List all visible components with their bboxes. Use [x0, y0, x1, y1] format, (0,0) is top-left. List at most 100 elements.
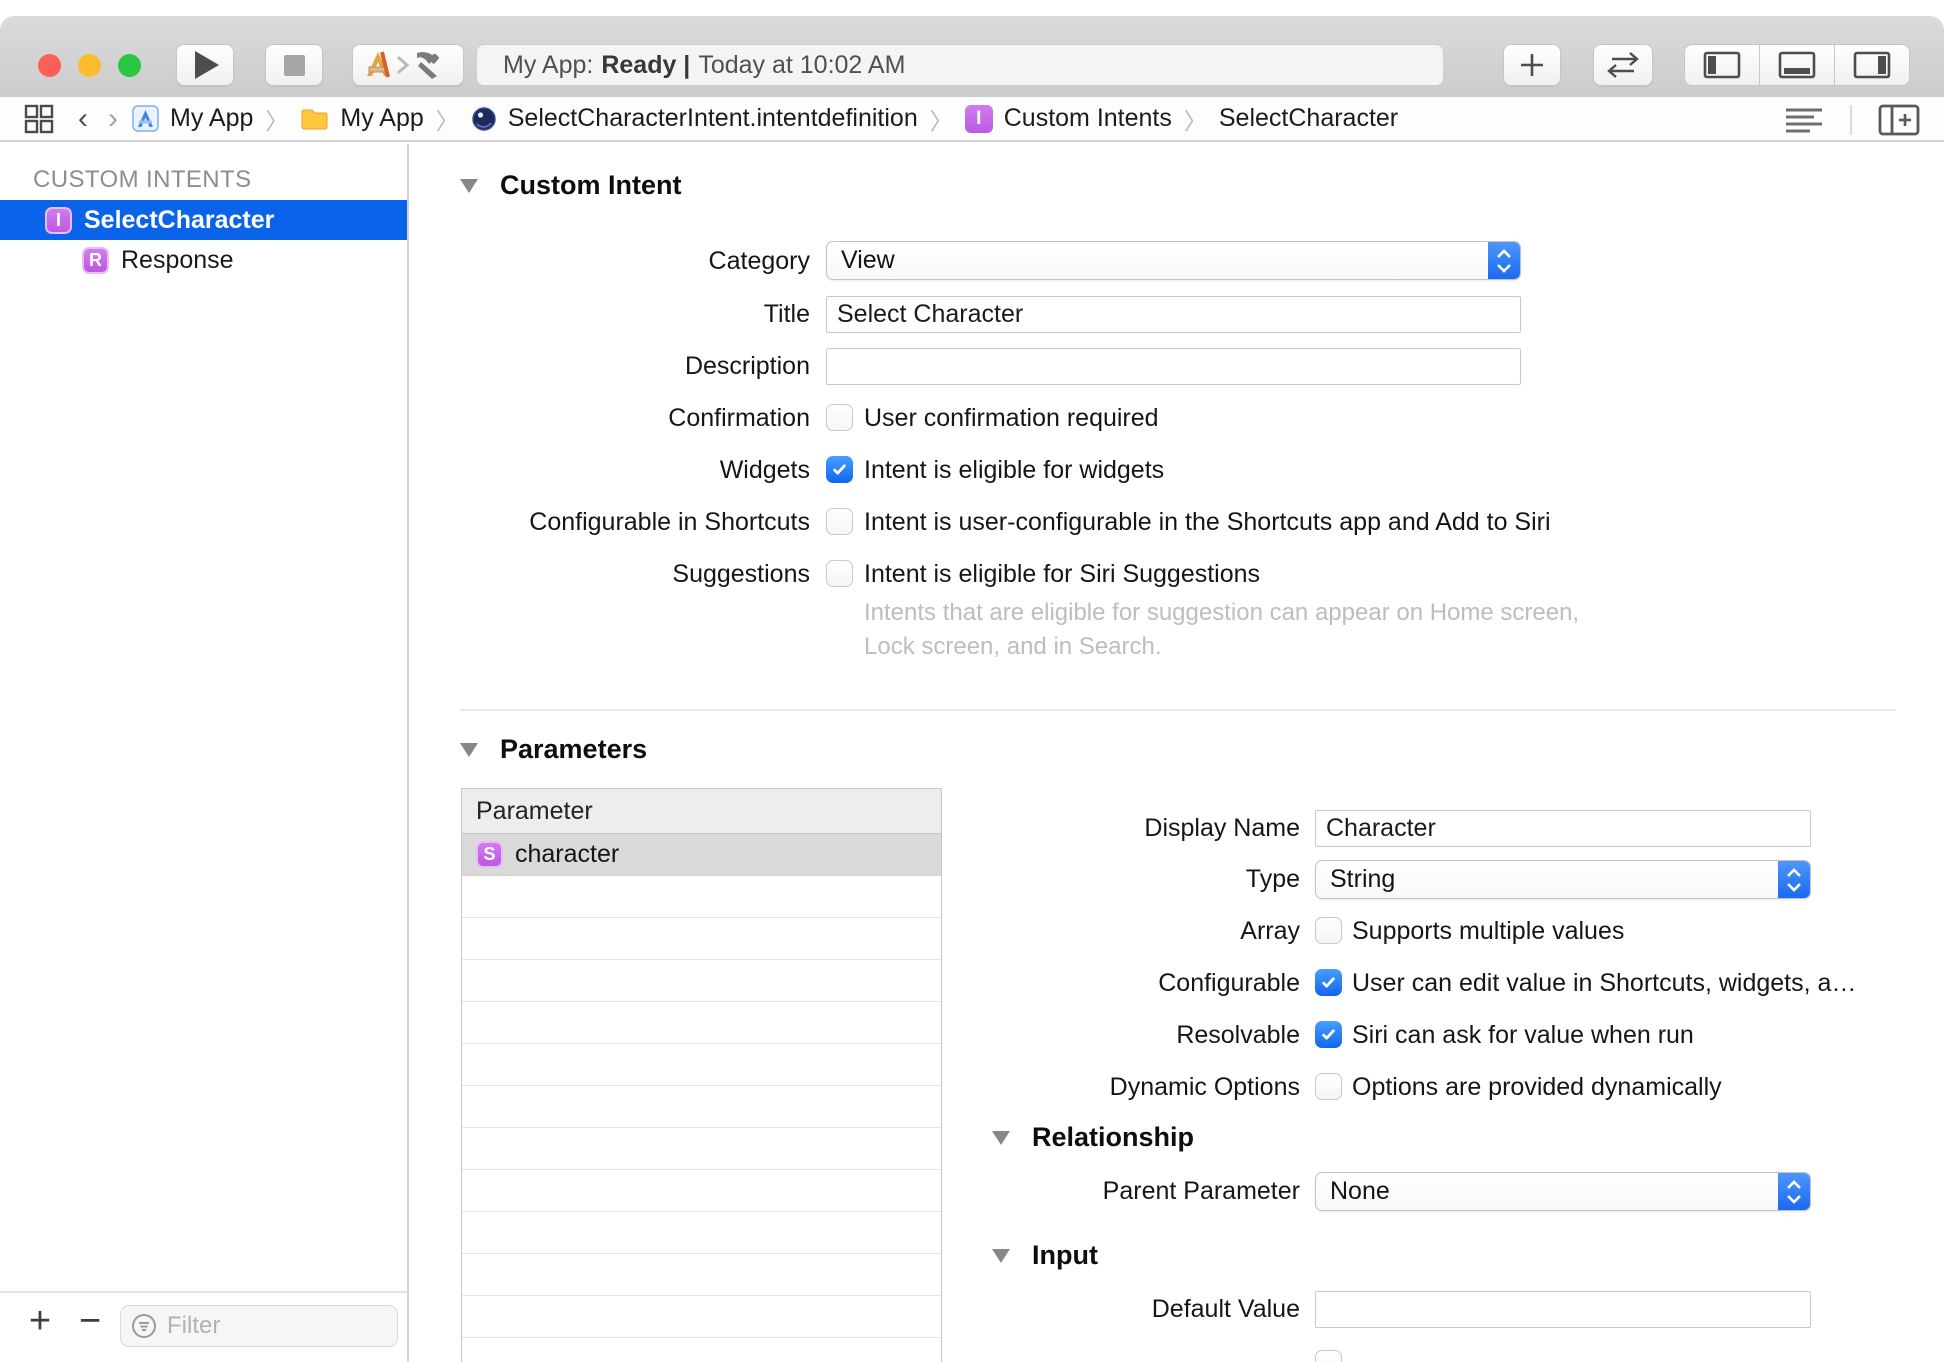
table-row[interactable] — [462, 1338, 941, 1362]
zoom-window-button[interactable] — [118, 54, 141, 77]
breadcrumb-separator: 〉 — [1183, 107, 1207, 134]
section-divider — [460, 709, 1896, 711]
relationship-section-header: Relationship — [992, 1122, 1194, 1153]
breadcrumb-project[interactable]: My App — [132, 104, 253, 133]
disclosure-triangle-icon[interactable] — [992, 1248, 1010, 1263]
sidebar-item-selectcharacter[interactable]: I SelectCharacter — [0, 200, 407, 240]
sidebar-bottom-bar: + − — [0, 1291, 407, 1362]
sidebar-item-response[interactable]: R Response — [0, 240, 407, 280]
editor-mode-button[interactable] — [1593, 44, 1653, 86]
related-items-icon[interactable] — [24, 104, 54, 134]
folder-icon — [301, 109, 328, 129]
breadcrumb-label: Custom Intents — [1003, 104, 1172, 132]
disclosure-triangle-icon[interactable] — [460, 742, 478, 757]
section-title: Relationship — [1032, 1122, 1195, 1152]
category-popup[interactable]: View — [826, 241, 1521, 280]
toggle-navigator-button[interactable] — [1685, 45, 1759, 85]
type-popup[interactable]: String — [1315, 860, 1811, 899]
sidebar-item-label: Response — [121, 245, 234, 274]
confirmation-text: User confirmation required — [864, 404, 1159, 432]
suggestions-help-line1: Intents that are eligible for suggestion… — [864, 599, 1580, 626]
table-row[interactable] — [462, 1086, 941, 1128]
suggestions-help-line2: Lock screen, and in Search. — [864, 633, 1162, 660]
filter-icon — [132, 1314, 156, 1338]
filter-input[interactable] — [165, 1311, 359, 1341]
plus-icon — [1521, 54, 1543, 76]
suggestions-text: Intent is eligible for Siri Suggestions — [864, 560, 1261, 588]
resolvable-checkbox[interactable] — [1315, 1021, 1342, 1048]
parent-parameter-label: Parent Parameter — [1102, 1177, 1300, 1205]
close-window-button[interactable] — [38, 54, 61, 77]
breadcrumb-label: My App — [340, 104, 424, 132]
remove-intent-button[interactable]: − — [68, 1299, 112, 1343]
table-row[interactable] — [462, 1296, 941, 1338]
jumpbar-divider — [1850, 104, 1852, 135]
parameter-row-character[interactable]: S character — [462, 834, 941, 876]
section-title: Custom Intent — [500, 170, 682, 200]
jump-bar: ‹ › My App 〉 My App 〉 SelectCharacterInt… — [0, 97, 1944, 142]
breadcrumb-label: SelectCharacter — [1218, 104, 1399, 132]
parameters-section-header: Parameters — [460, 734, 647, 765]
shortcuts-text: Intent is user-configurable in the Short… — [864, 508, 1551, 536]
back-icon[interactable]: ‹ — [78, 103, 88, 134]
parameters-column-header[interactable]: Parameter — [462, 789, 941, 834]
parent-parameter-popup[interactable]: None — [1315, 1172, 1811, 1211]
display-name-input[interactable] — [1315, 810, 1811, 847]
add-intent-button[interactable]: + — [18, 1299, 62, 1343]
add-editor-icon[interactable] — [1878, 104, 1920, 136]
table-row[interactable] — [462, 1044, 941, 1086]
category-value: View — [841, 246, 895, 274]
stop-icon — [283, 54, 305, 76]
breadcrumb-select-character[interactable]: SelectCharacter — [1219, 104, 1398, 133]
shortcuts-checkbox[interactable] — [826, 508, 853, 535]
toggle-inspector-button[interactable] — [1834, 45, 1909, 85]
activity-status-view: My App: Ready | Today at 10:02 AM — [476, 44, 1444, 86]
disclosure-triangle-icon[interactable] — [460, 178, 478, 193]
description-label: Description — [684, 352, 810, 380]
table-row[interactable] — [462, 1212, 941, 1254]
minimize-window-button[interactable] — [78, 54, 101, 77]
confirmation-checkbox[interactable] — [826, 404, 853, 431]
forward-icon[interactable]: › — [108, 103, 118, 134]
table-row[interactable] — [462, 1128, 941, 1170]
input-section-header: Input — [992, 1240, 1098, 1271]
table-row[interactable] — [462, 1254, 941, 1296]
configurable-checkbox[interactable] — [1315, 969, 1342, 996]
run-button[interactable] — [176, 44, 234, 86]
table-row[interactable] — [462, 1170, 941, 1212]
breadcrumb-custom-intents[interactable]: I Custom Intents — [964, 104, 1172, 133]
table-row[interactable] — [462, 876, 941, 918]
parameter-extra-checkbox[interactable] — [1315, 1350, 1342, 1362]
dynamic-options-checkbox[interactable] — [1315, 1073, 1342, 1100]
custom-intents-section-header: CUSTOM INTENTS — [33, 166, 252, 193]
xcode-window: My App: Ready | Today at 10:02 AM ‹ › My… — [0, 0, 1944, 1362]
stop-button[interactable] — [265, 44, 323, 86]
type-label: Type — [1245, 865, 1300, 893]
table-row[interactable] — [462, 918, 941, 960]
title-input[interactable] — [826, 296, 1521, 333]
table-row[interactable] — [462, 1002, 941, 1044]
table-row[interactable] — [462, 960, 941, 1002]
filter-field[interactable] — [120, 1305, 398, 1347]
popup-stepper-icon — [1778, 861, 1810, 898]
suggestions-checkbox[interactable] — [826, 560, 853, 587]
minimap-lines-icon[interactable] — [1784, 106, 1824, 134]
scheme-build-button[interactable] — [352, 44, 464, 86]
array-checkbox[interactable] — [1315, 917, 1342, 944]
breadcrumb-file[interactable]: SelectCharacterIntent.intentdefinition — [471, 104, 918, 133]
navigator-sidebar: CUSTOM INTENTS I SelectCharacter R Respo… — [0, 144, 409, 1362]
popup-stepper-icon — [1778, 1173, 1810, 1210]
window-toolbar: My App: Ready | Today at 10:02 AM — [0, 16, 1944, 99]
widgets-checkbox[interactable] — [826, 456, 853, 483]
dynamic-options-text: Options are provided dynamically — [1352, 1073, 1722, 1101]
jumpbar-right-controls — [1784, 97, 1920, 142]
sidebar-item-label: SelectCharacter — [84, 205, 275, 234]
default-value-input[interactable] — [1315, 1291, 1811, 1328]
parameters-table: Parameter S character — [461, 788, 942, 1362]
category-label: Category — [708, 247, 810, 275]
toggle-debug-area-button[interactable] — [1759, 45, 1834, 85]
breadcrumb-group[interactable]: My App — [300, 104, 424, 133]
description-input[interactable] — [826, 348, 1521, 385]
disclosure-triangle-icon[interactable] — [992, 1130, 1010, 1145]
library-add-button[interactable] — [1503, 44, 1561, 86]
